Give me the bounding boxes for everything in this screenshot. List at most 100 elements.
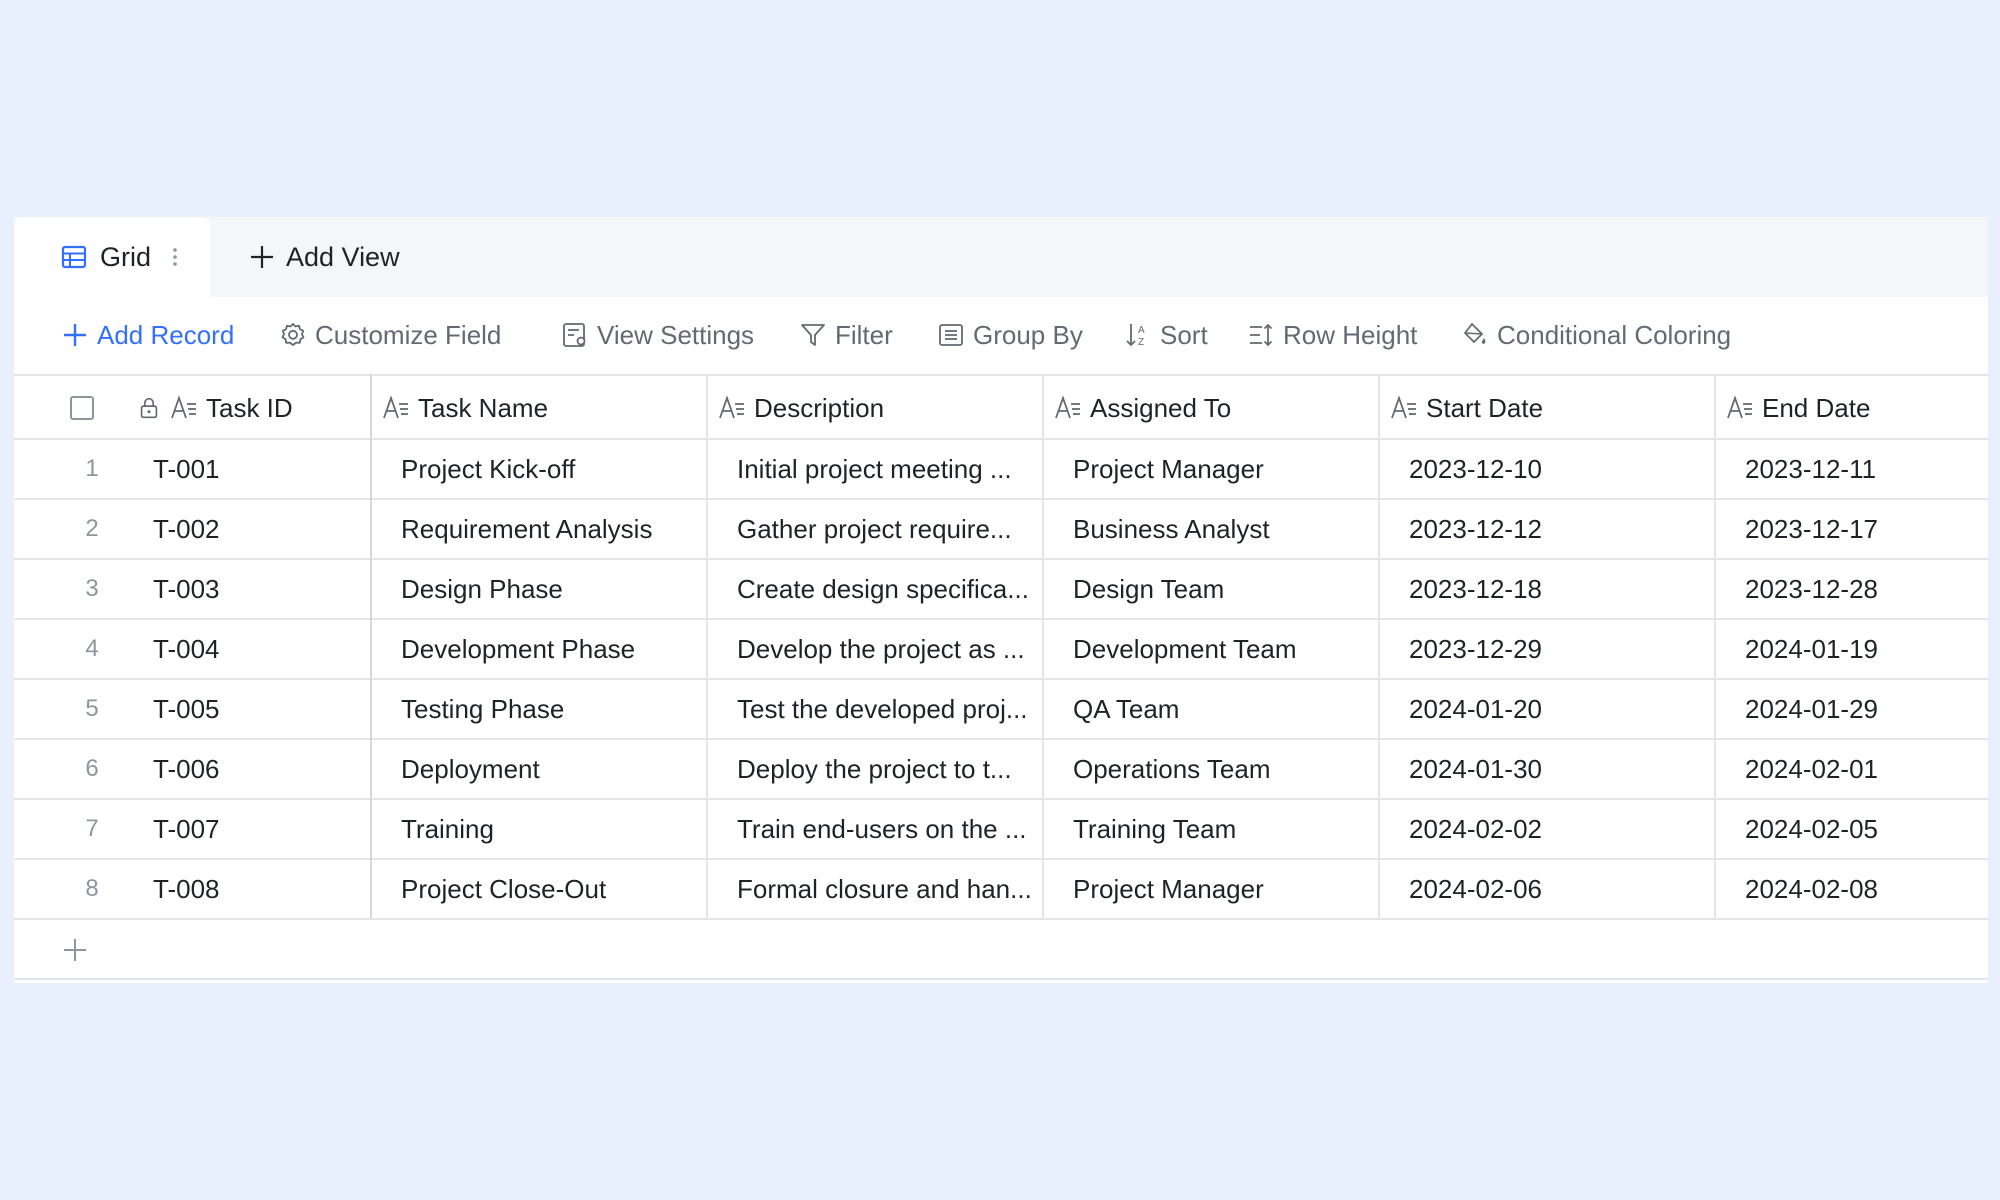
cell-task-id[interactable]: T-003 — [153, 560, 373, 618]
table-row[interactable]: 4 T-004 Development Phase Develop the pr… — [14, 618, 1988, 678]
filter-icon — [801, 324, 825, 346]
cell-end-date[interactable]: 2024-02-05 — [1745, 800, 1985, 858]
cell-start-date[interactable]: 2024-01-20 — [1409, 680, 1709, 738]
column-header-label: Assigned To — [1090, 392, 1232, 423]
column-header-label: End Date — [1762, 392, 1871, 423]
select-all-checkbox[interactable] — [70, 396, 94, 420]
cell-description[interactable]: Test the developed proj... — [737, 680, 1057, 738]
add-row-button[interactable] — [14, 918, 1988, 978]
cell-task-id[interactable]: T-004 — [153, 620, 373, 678]
row-number: 4 — [85, 635, 99, 662]
cell-assigned-to[interactable]: Operations Team — [1073, 740, 1393, 798]
cell-task-name[interactable]: Development Phase — [401, 620, 721, 678]
column-divider — [706, 374, 708, 918]
table-row[interactable]: 3 T-003 Design Phase Create design speci… — [14, 558, 1988, 618]
cell-start-date[interactable]: 2023-12-10 — [1409, 440, 1709, 498]
cell-task-id[interactable]: T-002 — [153, 500, 373, 558]
column-header-assigned-to[interactable]: Assigned To — [1054, 376, 1384, 440]
cell-start-date[interactable]: 2023-12-12 — [1409, 500, 1709, 558]
column-header-task-id[interactable]: Task ID — [136, 376, 376, 440]
cell-description[interactable]: Train end-users on the ... — [737, 800, 1057, 858]
cell-task-id[interactable]: T-005 — [153, 680, 373, 738]
text-field-icon — [1391, 395, 1416, 419]
more-vertical-icon[interactable] — [169, 245, 181, 269]
add-view-label: Add View — [286, 241, 400, 272]
column-header-task-name[interactable]: Task Name — [382, 376, 712, 440]
tab-grid[interactable]: Grid — [14, 217, 210, 297]
cell-description[interactable]: Initial project meeting ... — [737, 440, 1057, 498]
table-row[interactable]: 2 T-002 Requirement Analysis Gather proj… — [14, 498, 1988, 558]
cell-task-name[interactable]: Design Phase — [401, 560, 721, 618]
row-height-label: Row Height — [1283, 319, 1418, 350]
grid-view-panel: Grid Add View Add Record Customize Field… — [14, 217, 1988, 983]
conditional-coloring-button[interactable]: Conditional Coloring — [1461, 317, 1731, 353]
row-number: 2 — [85, 515, 99, 542]
frozen-column-divider — [370, 374, 372, 918]
table-row[interactable]: 7 T-007 Training Train end-users on the … — [14, 798, 1988, 858]
cell-description[interactable]: Develop the project as ... — [737, 620, 1057, 678]
cell-end-date[interactable]: 2024-02-08 — [1745, 860, 1985, 918]
customize-field-label: Customize Field — [315, 319, 502, 350]
cell-task-name[interactable]: Project Close-Out — [401, 860, 721, 918]
cell-description[interactable]: Gather project require... — [737, 500, 1057, 558]
column-divider — [1042, 374, 1044, 918]
cell-assigned-to[interactable]: Business Analyst — [1073, 500, 1393, 558]
text-field-icon — [719, 395, 744, 419]
view-settings-icon — [563, 323, 586, 347]
row-number: 7 — [85, 815, 99, 842]
cell-description[interactable]: Formal closure and han... — [737, 860, 1057, 918]
cell-assigned-to[interactable]: Project Manager — [1073, 440, 1393, 498]
conditional-coloring-label: Conditional Coloring — [1497, 319, 1732, 350]
cell-end-date[interactable]: 2023-12-28 — [1745, 560, 1985, 618]
cell-task-id[interactable]: T-006 — [153, 740, 373, 798]
cell-start-date[interactable]: 2024-02-06 — [1409, 860, 1709, 918]
group-by-button[interactable]: Group By — [937, 317, 1083, 353]
cell-end-date[interactable]: 2023-12-11 — [1745, 440, 1985, 498]
cell-description[interactable]: Create design specifica... — [737, 560, 1057, 618]
cell-task-name[interactable]: Testing Phase — [401, 680, 721, 738]
cell-start-date[interactable]: 2023-12-29 — [1409, 620, 1709, 678]
cell-task-name[interactable]: Project Kick-off — [401, 440, 721, 498]
cell-end-date[interactable]: 2023-12-17 — [1745, 500, 1985, 558]
svg-text:A: A — [1138, 325, 1145, 336]
filter-button[interactable]: Filter — [799, 317, 893, 353]
filter-label: Filter — [835, 319, 893, 350]
row-number: 6 — [85, 755, 99, 782]
view-settings-button[interactable]: View Settings — [561, 317, 754, 353]
cell-task-name[interactable]: Requirement Analysis — [401, 500, 721, 558]
cell-assigned-to[interactable]: Design Team — [1073, 560, 1393, 618]
view-settings-label: View Settings — [597, 319, 755, 350]
table-row[interactable]: 6 T-006 Deployment Deploy the project to… — [14, 738, 1988, 798]
cell-end-date[interactable]: 2024-02-01 — [1745, 740, 1985, 798]
cell-end-date[interactable]: 2024-01-19 — [1745, 620, 1985, 678]
column-header-description[interactable]: Description — [718, 376, 1048, 440]
column-header-end-date[interactable]: End Date — [1726, 376, 1988, 440]
column-header-start-date[interactable]: Start Date — [1390, 376, 1720, 440]
cell-task-id[interactable]: T-008 — [153, 860, 373, 918]
add-record-button[interactable]: Add Record — [61, 317, 234, 353]
cell-task-name[interactable]: Training — [401, 800, 721, 858]
cell-start-date[interactable]: 2023-12-18 — [1409, 560, 1709, 618]
cell-start-date[interactable]: 2024-02-02 — [1409, 800, 1709, 858]
table-row[interactable]: 8 T-008 Project Close-Out Formal closure… — [14, 858, 1988, 918]
cell-task-id[interactable]: T-007 — [153, 800, 373, 858]
cell-description[interactable]: Deploy the project to t... — [737, 740, 1057, 798]
cell-assigned-to[interactable]: Development Team — [1073, 620, 1393, 678]
cell-end-date[interactable]: 2024-01-29 — [1745, 680, 1985, 738]
lock-icon — [140, 397, 158, 419]
table-row[interactable]: 1 T-001 Project Kick-off Initial project… — [14, 438, 1988, 498]
cell-assigned-to[interactable]: Project Manager — [1073, 860, 1393, 918]
sort-button[interactable]: A Z Sort — [1124, 317, 1208, 353]
add-view-button[interactable]: Add View — [248, 239, 400, 275]
cell-start-date[interactable]: 2024-01-30 — [1409, 740, 1709, 798]
cell-assigned-to[interactable]: Training Team — [1073, 800, 1393, 858]
cell-task-name[interactable]: Deployment — [401, 740, 721, 798]
column-divider — [1378, 374, 1380, 918]
row-height-button[interactable]: Row Height — [1247, 317, 1417, 353]
column-header-label: Task ID — [206, 392, 293, 423]
cell-task-id[interactable]: T-001 — [153, 440, 373, 498]
cell-assigned-to[interactable]: QA Team — [1073, 680, 1393, 738]
customize-field-button[interactable]: Customize Field — [279, 317, 501, 353]
table-row[interactable]: 5 T-005 Testing Phase Test the developed… — [14, 678, 1988, 738]
row-number: 5 — [85, 695, 99, 722]
